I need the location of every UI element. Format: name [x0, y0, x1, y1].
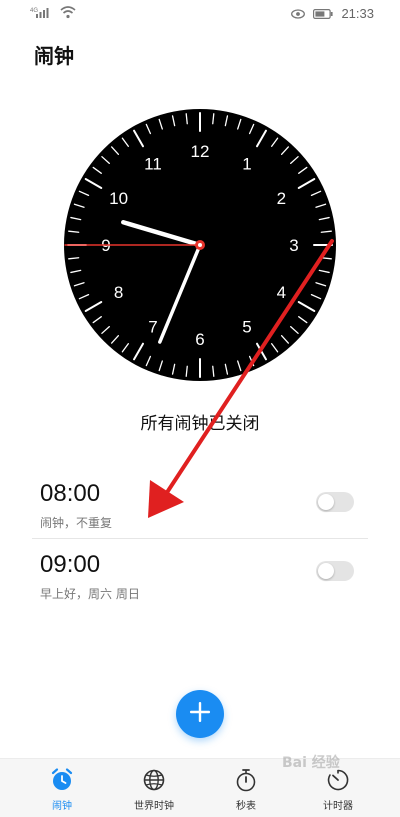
- alarm-toggle[interactable]: [316, 492, 354, 512]
- alarm-status-text: 所有闹钟已关闭: [140, 414, 260, 434]
- clock-center-dot: [198, 243, 202, 247]
- alarm-toggle[interactable]: [316, 561, 354, 581]
- tab-alarm[interactable]: 闹钟: [12, 759, 112, 817]
- status-time: 21:33: [341, 5, 374, 21]
- clock-numeral: 3: [289, 236, 298, 255]
- page-title: 闹钟: [34, 44, 74, 68]
- watermark-logo: Bai 经验: [282, 752, 340, 772]
- status-bar: 4G 21:33: [0, 0, 400, 26]
- clock-numeral: 5: [242, 317, 251, 336]
- clock-numeral: 8: [114, 283, 123, 302]
- clock-numeral: 11: [144, 155, 162, 174]
- tab-world-clock[interactable]: 世界时钟: [104, 759, 204, 817]
- watermark-text: Bai 经验: [282, 755, 340, 771]
- signal-icon: 4G: [30, 4, 56, 23]
- alarm-item[interactable]: 08:00 闹钟，不重复: [32, 470, 368, 538]
- alarm-time: 09:00: [40, 551, 101, 578]
- alarm-clock-icon: [49, 767, 75, 793]
- alarm-description: 早上好，周六 周日: [40, 587, 140, 601]
- nav-label: 秒表: [236, 801, 256, 812]
- add-alarm-button[interactable]: [176, 690, 224, 738]
- alarm-list: 08:00 闹钟，不重复 09:00 早上好，周六 周日: [32, 470, 368, 607]
- eye-icon: [291, 4, 306, 23]
- plus-icon: [189, 701, 211, 727]
- status-right: 21:33: [291, 5, 374, 21]
- nav-label: 世界时钟: [134, 801, 174, 812]
- globe-icon: [141, 767, 167, 793]
- tab-stopwatch[interactable]: 秒表: [196, 759, 296, 817]
- clock-numeral: 1: [242, 155, 251, 174]
- alarm-item[interactable]: 09:00 早上好，周六 周日: [32, 538, 368, 607]
- alarm-time: 08:00: [40, 480, 101, 507]
- status-left: 4G: [30, 5, 76, 21]
- clock-numeral: 6: [195, 330, 204, 349]
- clock-numeral: 7: [148, 317, 157, 336]
- toggle-knob: [318, 494, 334, 510]
- analog-clock: 121234567891011: [62, 107, 338, 383]
- stopwatch-icon: [233, 767, 259, 793]
- clock-numeral: 10: [109, 189, 128, 208]
- clock-numeral: 4: [277, 283, 286, 302]
- bottom-nav: 闹钟 世界时钟 秒表 计时器: [0, 758, 400, 817]
- battery-icon: [313, 4, 334, 23]
- clock-numeral: 2: [277, 189, 286, 208]
- nav-label: 计时器: [323, 801, 353, 812]
- wifi-icon: [60, 4, 76, 23]
- alarm-description: 闹钟，不重复: [40, 516, 113, 530]
- toggle-knob: [318, 563, 334, 579]
- clock-numeral: 12: [191, 142, 210, 161]
- nav-label: 闹钟: [52, 801, 72, 812]
- svg-text:4G: 4G: [30, 8, 38, 14]
